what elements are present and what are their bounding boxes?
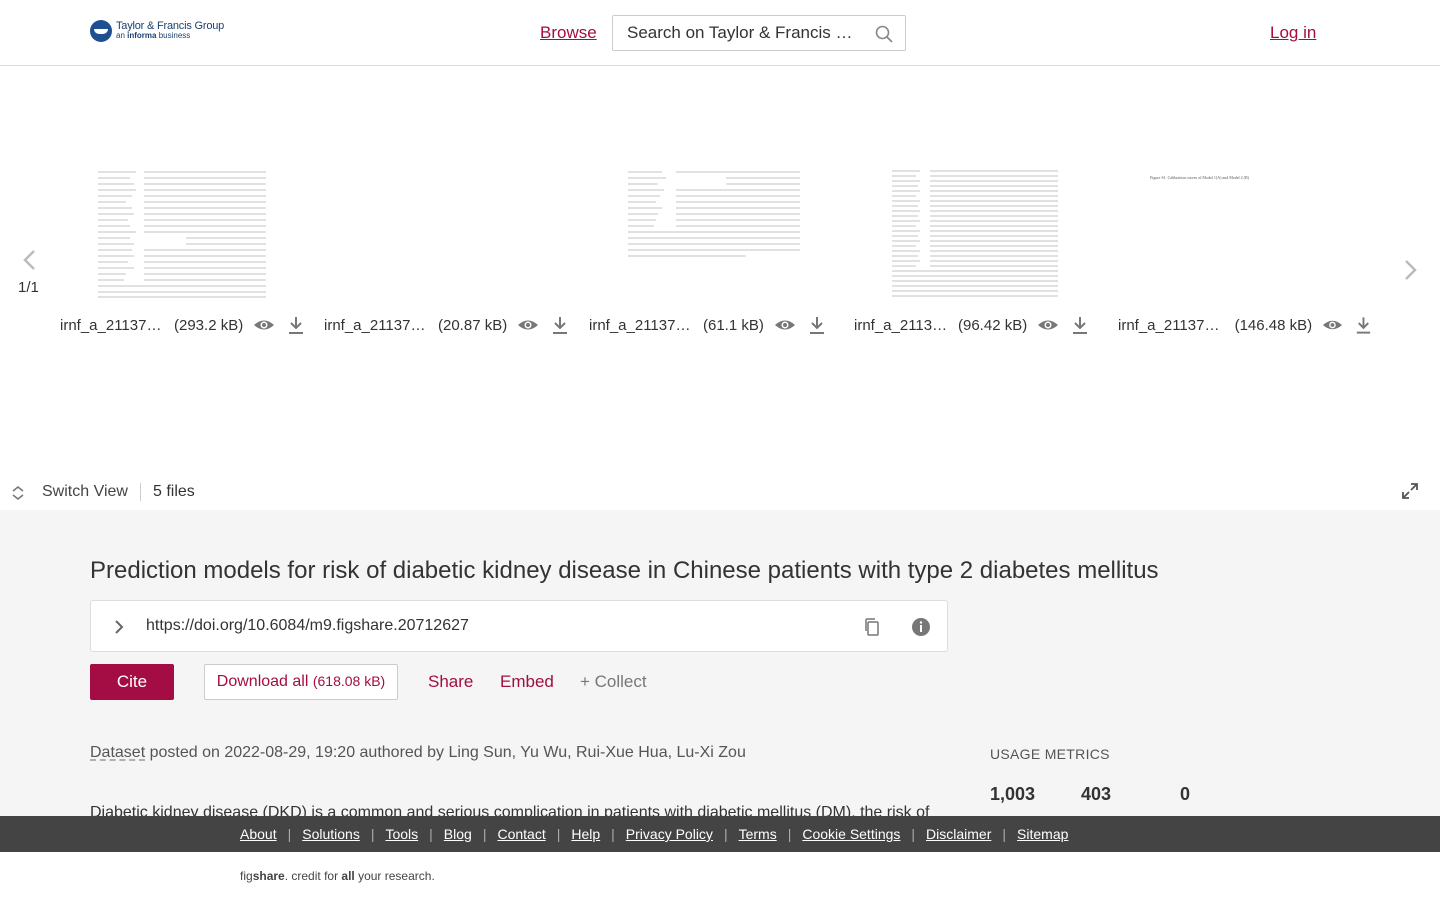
footer-separator: | xyxy=(370,826,375,842)
file-thumbnail-2[interactable] xyxy=(626,168,802,260)
share-button[interactable]: Share xyxy=(428,672,473,692)
footer-separator: | xyxy=(1002,826,1007,842)
download-all-button[interactable]: Download all (618.08 kB) xyxy=(204,664,398,700)
preview-eye-icon[interactable] xyxy=(517,315,539,335)
file-name[interactable]: irnf_a_2113797_sm1… xyxy=(589,317,693,334)
item-type-link[interactable]: Dataset xyxy=(90,744,145,761)
footer-link-blog[interactable]: Blog xyxy=(444,826,472,842)
footer-link-cookie-settings[interactable]: Cookie Settings xyxy=(802,826,900,842)
fullscreen-icon[interactable] xyxy=(1402,483,1418,499)
search-input[interactable] xyxy=(627,23,867,43)
posted-authors: posted on 2022-08-29, 19:20 authored by … xyxy=(145,744,746,761)
figshare-tagline: figshare. credit for all your research. xyxy=(240,869,435,883)
footer-bottom: figshare. credit for all your research. xyxy=(0,852,1440,900)
info-icon[interactable] xyxy=(911,617,931,637)
preview-eye-icon[interactable] xyxy=(253,315,275,335)
footer-link-disclaimer[interactable]: Disclaimer xyxy=(926,826,991,842)
taylor-francis-logo[interactable]: Taylor & Francis Group an informa busine… xyxy=(90,20,224,42)
footer-separator: | xyxy=(723,826,728,842)
switch-view-button[interactable]: Switch View xyxy=(42,483,128,501)
usage-metrics-label: USAGE METRICS xyxy=(990,746,1110,762)
download-icon[interactable] xyxy=(1353,315,1374,335)
file-name[interactable]: irnf_a_2113797_sm2… xyxy=(1118,317,1225,334)
footer-separator: | xyxy=(287,826,292,842)
preview-eye-icon[interactable] xyxy=(1037,315,1059,335)
preview-eye-icon[interactable] xyxy=(1322,315,1343,335)
download-icon[interactable] xyxy=(806,315,828,335)
file-thumbnail-4[interactable]: Figure S1. Calibration curves of Model 1… xyxy=(1150,166,1272,182)
footer-separator: | xyxy=(556,826,561,842)
footer-link-contact[interactable]: Contact xyxy=(497,826,545,842)
cite-button[interactable]: Cite xyxy=(90,664,174,700)
carousel-page-count: 1/1 xyxy=(18,279,39,296)
item-details: Prediction models for risk of diabetic k… xyxy=(0,510,1440,816)
download-icon[interactable] xyxy=(1069,315,1091,335)
switch-view-bar: Switch View 5 files xyxy=(0,476,1440,510)
file-count: 5 files xyxy=(153,483,195,500)
footer-bar: About | Solutions | Tools | Blog | Contact | Help |… xyxy=(0,816,1440,852)
footer-link-about[interactable]: About xyxy=(240,826,277,842)
file-caption-2: irnf_a_2113797_sm4… (20.87 kB) xyxy=(324,314,574,336)
file-caption-4: irnf_a_2113797_sm2… (146.48 kB) xyxy=(1118,314,1374,336)
browse-link[interactable]: Browse xyxy=(540,23,597,43)
file-caption-1: irnf_a_2113797_sm5… (293.2 kB) xyxy=(60,314,310,336)
file-size: (61.1 kB) xyxy=(703,316,764,334)
search-box xyxy=(612,15,906,51)
file-size: (146.48 kB) xyxy=(1234,316,1313,334)
usage-citations: 0 xyxy=(1180,784,1191,804)
file-name[interactable]: irnf_a_2113797_sm5… xyxy=(60,317,164,334)
file-thumbnail-3[interactable] xyxy=(890,168,1062,302)
footer-separator: | xyxy=(611,826,615,842)
carousel-next-icon[interactable] xyxy=(1400,258,1420,282)
footer-separator: | xyxy=(911,826,916,842)
usage-views: 1,003 xyxy=(990,784,1036,804)
search-icon[interactable] xyxy=(875,25,893,43)
table-preview-image xyxy=(628,171,800,257)
footer-link-tools[interactable]: Tools xyxy=(385,826,418,842)
file-name[interactable]: irnf_a_2113797_sm3… xyxy=(854,317,948,334)
table-preview-image xyxy=(892,170,1058,297)
file-size: (20.87 kB) xyxy=(438,316,508,334)
item-title: Prediction models for risk of diabetic k… xyxy=(90,557,1159,584)
footer-links: About | Solutions | Tools | Blog | Contact | Help |… xyxy=(240,826,1068,842)
login-link[interactable]: Log in xyxy=(1270,23,1316,43)
switch-view-icon[interactable] xyxy=(10,484,26,502)
file-caption-3: irnf_a_2113797_sm3… (96.42 kB) xyxy=(854,314,1110,336)
collect-button[interactable]: + Collect xyxy=(580,672,647,692)
table-preview-image xyxy=(98,171,266,298)
action-bar: Cite Download all (618.08 kB) Share Embe… xyxy=(90,664,990,700)
preview-eye-icon[interactable] xyxy=(774,315,796,335)
file-caption-5: irnf_a_2113797_sm1… (61.1 kB) xyxy=(589,314,839,336)
file-size: (293.2 kB) xyxy=(174,316,244,334)
figure-preview-title: Figure S1. Calibration curves of Model 1… xyxy=(1150,175,1249,180)
logo-name: Taylor & Francis Group xyxy=(116,20,225,32)
copy-icon[interactable] xyxy=(863,617,881,637)
doi-box: https://doi.org/10.6084/m9.figshare.2071… xyxy=(90,600,948,652)
carousel-prev-icon[interactable] xyxy=(20,248,40,272)
download-icon[interactable] xyxy=(285,315,307,335)
footer-separator: | xyxy=(429,826,433,842)
footer-link-solutions[interactable]: Solutions xyxy=(302,826,360,842)
chevron-right-icon[interactable] xyxy=(111,617,127,637)
file-thumbnail-1[interactable] xyxy=(96,168,274,300)
doi-link[interactable]: https://doi.org/10.6084/m9.figshare.2071… xyxy=(146,617,469,635)
item-metadata: Dataset posted on 2022-08-29, 19:20 auth… xyxy=(90,744,746,762)
logo-subtitle: an informa business xyxy=(116,31,191,40)
footer-link-sitemap[interactable]: Sitemap xyxy=(1017,826,1068,842)
usage-downloads: 403 xyxy=(1081,784,1112,804)
tf-logo-icon xyxy=(90,20,112,42)
file-size: (96.42 kB) xyxy=(958,316,1028,334)
footer-separator: | xyxy=(787,826,792,842)
footer-link-privacy-policy[interactable]: Privacy Policy xyxy=(626,826,713,842)
divider xyxy=(140,483,141,501)
embed-button[interactable]: Embed xyxy=(500,672,554,692)
footer-link-terms[interactable]: Terms xyxy=(739,826,777,842)
item-description: Diabetic kidney disease (DKD) is a commo… xyxy=(90,804,930,816)
footer-separator: | xyxy=(482,826,487,842)
download-icon[interactable] xyxy=(549,315,571,335)
site-header: Taylor & Francis Group an informa busine… xyxy=(0,0,1440,66)
footer-link-help[interactable]: Help xyxy=(571,826,600,842)
file-name[interactable]: irnf_a_2113797_sm4… xyxy=(324,317,428,334)
